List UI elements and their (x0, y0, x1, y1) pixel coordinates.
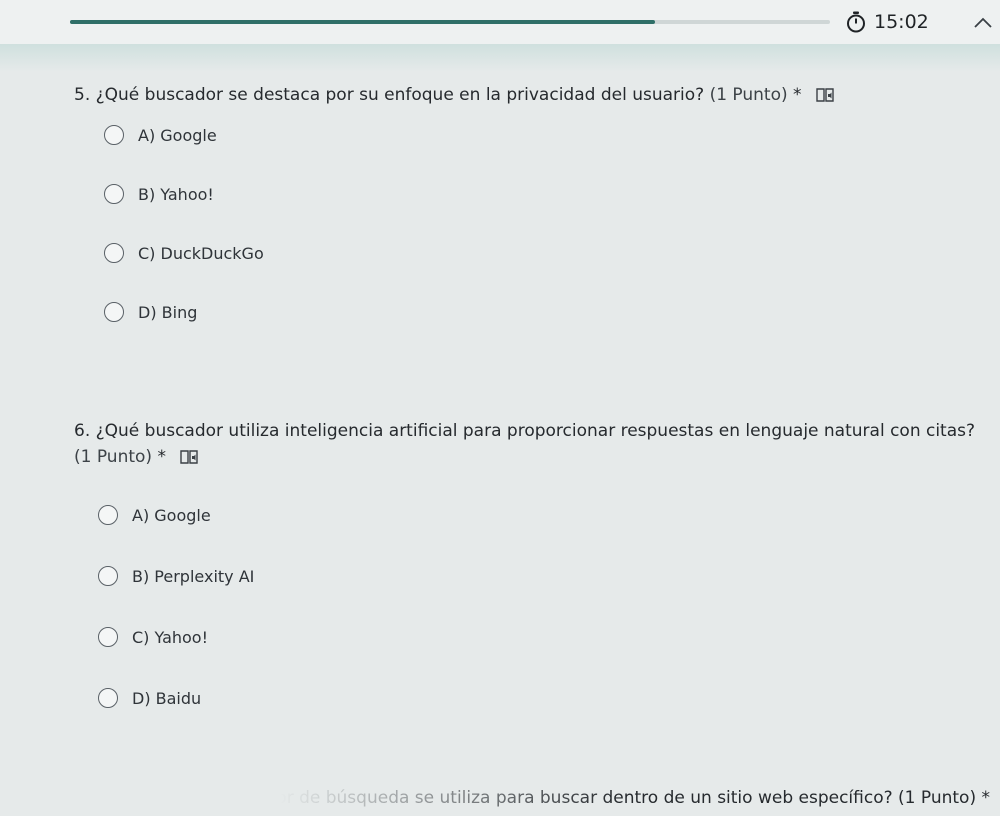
option-q6-b[interactable]: B) Perplexity AI (98, 566, 254, 586)
option-q5-b[interactable]: B) Yahoo! (104, 184, 214, 204)
timer-value: 15:02 (874, 11, 929, 33)
radio-button[interactable] (104, 184, 124, 204)
option-q5-c[interactable]: C) DuckDuckGo (104, 243, 264, 263)
top-bar: 15:02 (0, 0, 1000, 45)
question-5-title: 5. ¿Qué buscador se destaca por su enfoq… (74, 82, 974, 108)
stopwatch-icon (847, 11, 865, 33)
option-q6-d[interactable]: D) Baidu (98, 688, 201, 708)
timer: 15:02 (846, 10, 929, 34)
option-label: C) Yahoo! (132, 627, 209, 647)
radio-button[interactable] (104, 243, 124, 263)
question-points: (1 Punto) (709, 85, 788, 105)
required-marker: * (157, 447, 166, 467)
radio-button[interactable] (104, 125, 124, 145)
radio-button[interactable] (98, 505, 118, 525)
radio-button[interactable] (98, 627, 118, 647)
question-7-title-partial: 7. ¿Qué operador de búsqueda se utiliza … (145, 788, 990, 808)
question-text: 6. ¿Qué buscador utiliza inteligencia ar… (74, 421, 976, 441)
radio-button[interactable] (104, 302, 124, 322)
option-q5-d[interactable]: D) Bing (104, 302, 197, 322)
question-points: (1 Punto) (74, 447, 153, 467)
required-marker: * (793, 85, 802, 105)
option-label: A) Google (138, 125, 217, 145)
immersive-reader-icon[interactable] (179, 448, 199, 466)
option-label: A) Google (132, 505, 211, 525)
option-label: D) Baidu (132, 688, 202, 708)
progress-bar-fill (70, 20, 656, 24)
header-accent (0, 44, 1000, 72)
radio-button[interactable] (98, 566, 118, 586)
question-6-title: 6. ¿Qué buscador utiliza inteligencia ar… (74, 418, 984, 470)
option-label: D) Bing (138, 302, 198, 322)
option-label: C) DuckDuckGo (138, 243, 264, 263)
option-label: B) Yahoo! (138, 184, 214, 204)
immersive-reader-icon[interactable] (815, 86, 835, 104)
option-label: B) Perplexity AI (132, 566, 255, 586)
progress-bar (70, 20, 830, 24)
option-q6-a[interactable]: A) Google (98, 505, 211, 525)
chevron-up-icon[interactable] (972, 14, 994, 30)
question-text: 5. ¿Qué buscador se destaca por su enfoq… (74, 85, 705, 105)
option-q6-c[interactable]: C) Yahoo! (98, 627, 208, 647)
option-q5-a[interactable]: A) Google (104, 125, 217, 145)
radio-button[interactable] (98, 688, 118, 708)
